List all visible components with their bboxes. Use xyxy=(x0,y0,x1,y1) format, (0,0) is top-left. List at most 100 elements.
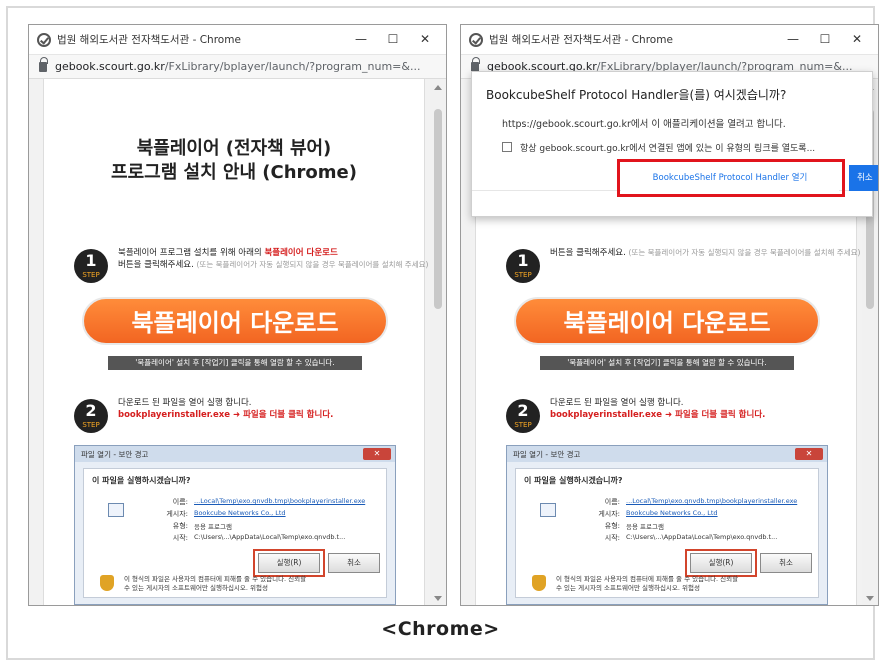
close-button[interactable]: ✕ xyxy=(844,29,870,49)
dialog-close-button[interactable]: ✕ xyxy=(363,448,391,460)
window-title: 법원 해외도서관 전자책도서관 - Chrome xyxy=(489,34,673,46)
step2-badge: 2 STEP xyxy=(506,399,540,433)
chrome-logo-icon xyxy=(37,33,51,47)
dialog-question: 이 파일을 실행하시겠습니까? xyxy=(92,476,191,485)
security-warning-dialog: 파일 열기 - 보안 경고 ✕ 이 파일을 실행하시겠습니까? 이름: ...L… xyxy=(74,445,396,605)
dialog-close-button[interactable]: ✕ xyxy=(795,448,823,460)
step2-text-a: 다운로드 된 파일을 열어 실행 합니다. xyxy=(118,398,252,408)
type-label: 유형: xyxy=(604,522,620,530)
step-word: STEP xyxy=(82,421,100,429)
step2-text: 다운로드 된 파일을 열어 실행 합니다. bookplayerinstalle… xyxy=(550,397,765,421)
name-value[interactable]: ...Local\Temp\exo.qnvdb.tmp\bookplayerin… xyxy=(194,497,365,505)
dialog-title: 파일 열기 - 보안 경고 xyxy=(75,446,395,462)
step1-text: 버튼을 클릭해주세요. (또는 북플레이어가 자동 실행되지 않을 경우 북플레… xyxy=(550,247,860,259)
page-title: 북플레이어 (전자책 뷰어) 프로그램 설치 안내 (Chrome) xyxy=(44,137,424,185)
from-value: C:\Users\...\AppData\Local\Temp\exo.qnvd… xyxy=(194,533,346,541)
dialog-question: 이 파일을 실행하시겠습니까? xyxy=(524,476,623,485)
url-host: gebook.scourt.go.kr xyxy=(55,60,165,73)
scroll-up-icon[interactable] xyxy=(434,85,442,90)
chrome-window-left: 법원 해외도서관 전자책도서관 - Chrome — ☐ ✕ gebook.sc… xyxy=(28,24,447,606)
minimize-button[interactable]: — xyxy=(780,29,806,49)
step2-text: 다운로드 된 파일을 열어 실행 합니다. bookplayerinstalle… xyxy=(118,397,333,421)
page-content: 북플레이어 (전자책 뷰어) 프로그램 설치 안내 (Chrome) 1 STE… xyxy=(43,79,428,605)
open-button-highlight xyxy=(617,159,845,197)
maximize-button[interactable]: ☐ xyxy=(380,29,406,49)
download-note: '북플레이어' 설치 후 [작업기] 클릭을 통해 열람 할 수 있습니다. xyxy=(540,356,794,370)
window-title: 법원 해외도서관 전자책도서관 - Chrome xyxy=(57,34,241,46)
application-file-icon xyxy=(540,503,556,517)
scroll-down-icon[interactable] xyxy=(434,596,442,601)
title-bar: 법원 해외도서관 전자책도서관 - Chrome — ☐ ✕ xyxy=(461,25,878,55)
application-file-icon xyxy=(108,503,124,517)
shield-warning-icon xyxy=(532,575,546,591)
step1-text-red: 북플레이어 다운로드 xyxy=(264,248,338,258)
cancel-button[interactable]: 취소 xyxy=(328,553,380,573)
from-label: 시작: xyxy=(172,534,188,542)
step-word: STEP xyxy=(514,421,532,429)
publisher-value[interactable]: Bookcube Networks Co., Ltd xyxy=(194,509,286,517)
maximize-button[interactable]: ☐ xyxy=(812,29,838,49)
step2-badge: 2 STEP xyxy=(74,399,108,433)
vertical-scrollbar[interactable] xyxy=(430,79,446,605)
step2-number: 2 xyxy=(517,401,529,420)
step2-text-red: bookplayerinstaller.exe ➜ 파일을 더블 클릭 합니다. xyxy=(550,410,766,420)
scroll-down-icon[interactable] xyxy=(866,596,874,601)
chrome-window-right: 법원 해외도서관 전자책도서관 - Chrome — ☐ ✕ gebook.sc… xyxy=(460,24,879,606)
step2-text-a: 다운로드 된 파일을 열어 실행 합니다. xyxy=(550,398,684,408)
title-bar: 법원 해외도서관 전자책도서관 - Chrome — ☐ ✕ xyxy=(29,25,446,55)
from-label: 시작: xyxy=(604,534,620,542)
download-button[interactable]: 북플레이어 다운로드 xyxy=(514,297,820,345)
download-button[interactable]: 북플레이어 다운로드 xyxy=(82,297,388,345)
dialog-body: 이 파일을 실행하시겠습니까? 이름: ...Local\Temp\exo.qn… xyxy=(515,468,819,598)
minimize-button[interactable]: — xyxy=(348,29,374,49)
address-bar[interactable]: gebook.scourt.go.kr/FxLibrary/bplayer/la… xyxy=(29,55,446,79)
popup-cancel-button[interactable]: 취소 xyxy=(849,165,878,191)
name-value[interactable]: ...Local\Temp\exo.qnvdb.tmp\bookplayerin… xyxy=(626,497,797,505)
name-label: 이름: xyxy=(604,498,620,506)
always-allow-checkbox[interactable] xyxy=(502,142,512,152)
cancel-button[interactable]: 취소 xyxy=(760,553,812,573)
type-value: 응용 프로그램 xyxy=(194,523,232,531)
step1-text-grey: (또는 북플레이어가 자동 실행되지 않을 경우 북플레이어를 설치해 주세요) xyxy=(196,260,429,269)
type-label: 유형: xyxy=(172,522,188,530)
always-allow-label[interactable]: 항상 gebook.scourt.go.kr에서 연결된 앱에 있는 이 유형의… xyxy=(520,141,815,154)
page-title-line1: 북플레이어 (전자책 뷰어) xyxy=(136,138,332,159)
shield-warning-icon xyxy=(100,575,114,591)
step1-text-grey: (또는 북플레이어가 자동 실행되지 않을 경우 북플레이어를 설치해 주세요) xyxy=(628,248,861,257)
step2-text-red: bookplayerinstaller.exe ➜ 파일을 더블 클릭 합니다. xyxy=(118,410,334,420)
publisher-label: 게시자: xyxy=(166,510,188,518)
step1-text-a: 북플레이어 프로그램 설치를 위해 아래의 xyxy=(118,248,265,258)
page-title-line2: 프로그램 설치 안내 (Chrome) xyxy=(111,162,357,183)
dialog-title: 파일 열기 - 보안 경고 xyxy=(507,446,827,462)
publisher-value[interactable]: Bookcube Networks Co., Ltd xyxy=(626,509,718,517)
name-label: 이름: xyxy=(172,498,188,506)
step1-badge: 1 STEP xyxy=(74,249,108,283)
popup-title: BookcubeShelf Protocol Handler을(를) 여시겠습니… xyxy=(486,88,787,102)
step1-number: 1 xyxy=(517,251,529,270)
url-text[interactable]: gebook.scourt.go.kr/FxLibrary/bplayer/la… xyxy=(55,60,420,73)
scroll-thumb[interactable] xyxy=(434,109,442,309)
run-button-highlight xyxy=(685,549,757,577)
lock-icon[interactable] xyxy=(39,57,48,72)
download-note: '북플레이어' 설치 후 [작업기] 클릭을 통해 열람 할 수 있습니다. xyxy=(108,356,362,370)
step1-number: 1 xyxy=(85,251,97,270)
from-value: C:\Users\...\AppData\Local\Temp\exo.qnvd… xyxy=(626,533,778,541)
security-warning-dialog: 파일 열기 - 보안 경고 ✕ 이 파일을 실행하시겠습니까? 이름: ...L… xyxy=(506,445,828,605)
dialog-body: 이 파일을 실행하시겠습니까? 이름: ...Local\Temp\exo.qn… xyxy=(83,468,387,598)
type-value: 응용 프로그램 xyxy=(626,523,664,531)
step2-number: 2 xyxy=(85,401,97,420)
step1-text-b: 버튼을 클릭해주세요. xyxy=(118,260,194,270)
chrome-logo-icon xyxy=(469,33,483,47)
figure-caption: <Chrome> xyxy=(381,618,500,640)
step1-text: 북플레이어 프로그램 설치를 위해 아래의 북플레이어 다운로드 버튼을 클릭해… xyxy=(118,247,428,271)
step1-badge: 1 STEP xyxy=(506,249,540,283)
dialog-warning-text: 이 형식의 파일은 사용자의 컴퓨터에 피해를 줄 수 있습니다. 신뢰할 수 … xyxy=(124,575,307,592)
figure-frame: 법원 해외도서관 전자책도서관 - Chrome — ☐ ✕ gebook.sc… xyxy=(6,6,879,660)
dialog-warning-text: 이 형식의 파일은 사용자의 컴퓨터에 피해를 줄 수 있습니다. 신뢰할 수 … xyxy=(556,575,739,592)
popup-description: https://gebook.scourt.go.kr에서 이 애플리케이션을 … xyxy=(502,119,786,130)
url-path: /FxLibrary/bplayer/launch/?program_num=&… xyxy=(164,60,421,73)
step1-text-b: 버튼을 클릭해주세요. xyxy=(550,248,626,258)
close-button[interactable]: ✕ xyxy=(412,29,438,49)
step-word: STEP xyxy=(514,271,532,279)
step-word: STEP xyxy=(82,271,100,279)
